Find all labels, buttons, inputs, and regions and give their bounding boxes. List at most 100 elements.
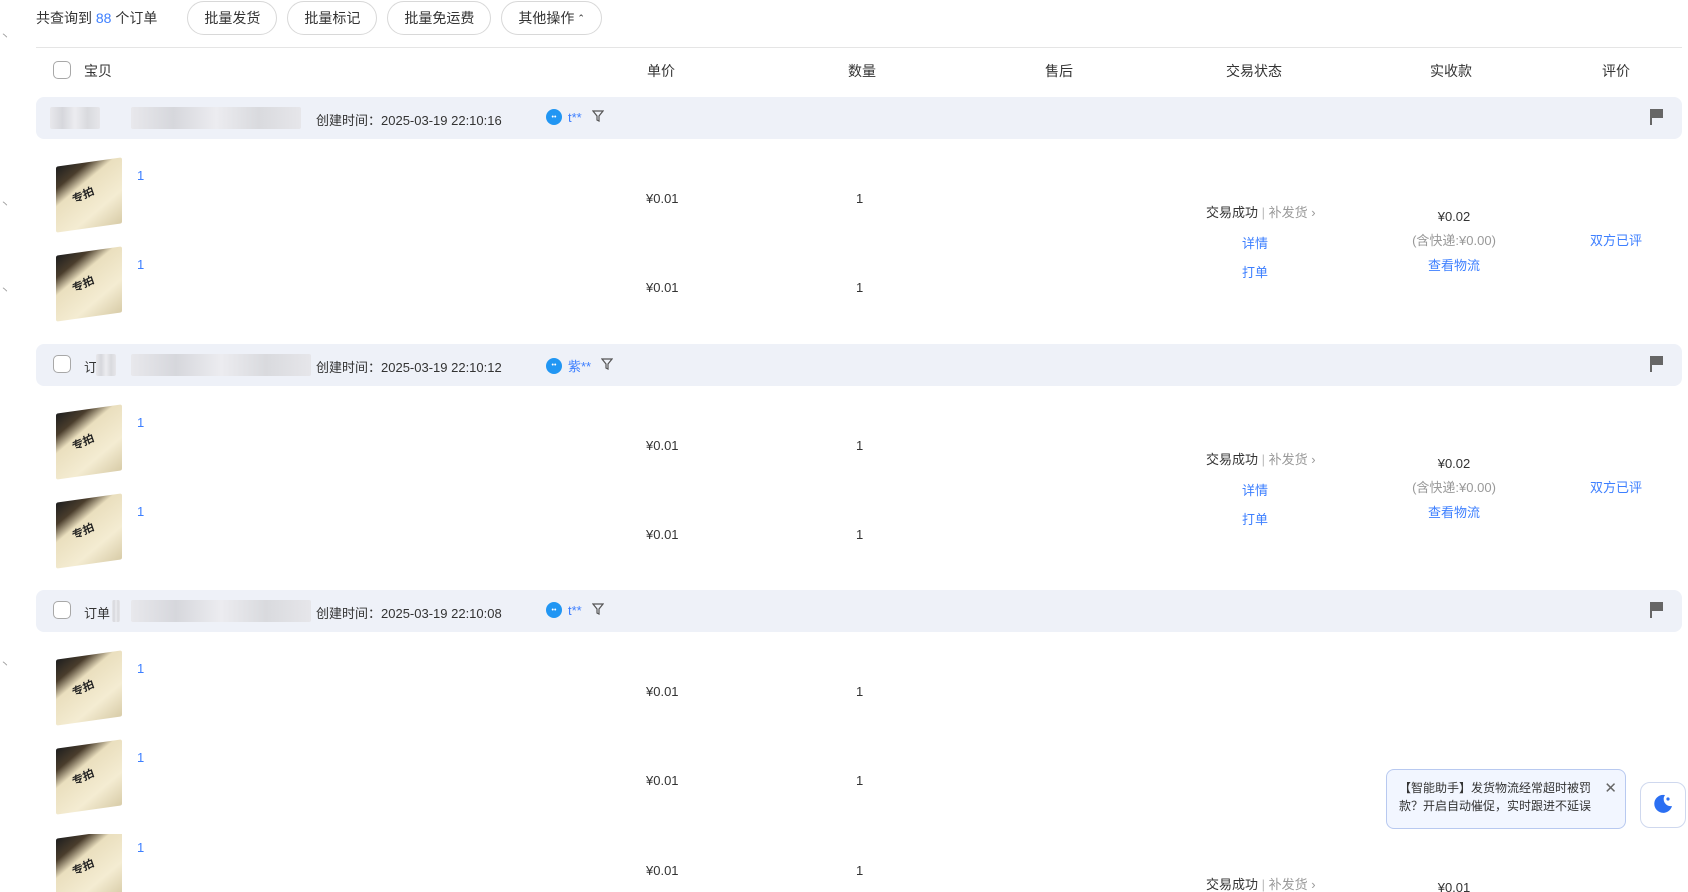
status-line: 交易成功 | 补发货 ›	[1206, 202, 1316, 221]
product-title-link[interactable]: 1	[137, 504, 144, 519]
status-line: 交易成功 | 补发货 ›	[1206, 449, 1316, 468]
thumbnail-text: 专拍	[70, 521, 96, 543]
quantity: 1	[856, 863, 864, 878]
toolbar: 共查询到 88 个订单 批量发货 批量标记 批量免运费 其他操作 ⌃	[36, 0, 1676, 36]
wangwang-icon[interactable]: ••	[546, 602, 562, 618]
wangwang-icon[interactable]: ••	[546, 357, 562, 374]
assistant-button[interactable]	[1640, 782, 1686, 828]
edge-mark: 丶	[0, 286, 10, 297]
paid-cell: ¥0.01	[1394, 880, 1514, 892]
trade-status-cell: 交易成功 | 补发货 › 详情 打单	[1206, 449, 1316, 528]
unit-price: ¥0.01	[646, 280, 679, 295]
bulk-ship-button[interactable]: 批量发货	[187, 1, 278, 35]
product-title-link[interactable]: 1	[137, 840, 144, 855]
status-separator: |	[1261, 452, 1266, 467]
resend-label: 补发货	[1268, 205, 1308, 220]
shipping-fee: (含快递:¥0.00)	[1412, 233, 1496, 248]
unit-price: ¥0.01	[646, 684, 679, 699]
redacted-order-number	[50, 107, 100, 129]
detail-link[interactable]: 详情	[1206, 233, 1306, 252]
table-header: 宝贝 单价 数量 售后 交易状态 实收款 评价	[36, 48, 1682, 92]
flag-icon[interactable]	[1650, 356, 1664, 372]
status-text: 交易成功	[1206, 452, 1259, 467]
order-number-label: 订单	[84, 606, 111, 621]
buyer-link[interactable]: •• 紫**	[546, 356, 614, 375]
shipping-fee: (含快递:¥0.00)	[1412, 480, 1496, 495]
product-thumbnail[interactable]: 专拍	[56, 834, 122, 892]
resend-link[interactable]: 补发货 ›	[1269, 452, 1316, 467]
product-thumbnail[interactable]: 专拍	[56, 404, 122, 480]
detail-link[interactable]: 详情	[1206, 480, 1306, 499]
unit-price: ¥0.01	[646, 863, 679, 878]
paid-amount: ¥0.01	[1437, 880, 1471, 892]
buyer-link[interactable]: •• t**	[546, 109, 604, 125]
flag-icon[interactable]	[1650, 602, 1664, 618]
flag-icon[interactable]	[1650, 109, 1664, 125]
close-icon[interactable]: ✕	[1604, 780, 1617, 798]
product-thumbnail[interactable]: 专拍	[56, 493, 122, 569]
resend-link[interactable]: 补发货 ›	[1269, 877, 1316, 892]
print-link[interactable]: 打单	[1206, 262, 1306, 281]
resend-label: 补发货	[1268, 877, 1308, 892]
other-ops-label: 其他操作	[518, 10, 575, 26]
product-title-link[interactable]: 1	[137, 168, 144, 183]
order-count: 共查询到 88 个订单	[36, 8, 157, 28]
paid-amount: ¥0.02	[1437, 456, 1471, 471]
redacted-order-number	[131, 354, 311, 376]
unit-price: ¥0.01	[646, 438, 679, 453]
review-status-link[interactable]: 双方已评	[1590, 230, 1642, 249]
product-title-link[interactable]: 1	[137, 415, 144, 430]
paid-amount: ¥0.02	[1437, 209, 1471, 224]
buyer-name: 紫**	[568, 359, 592, 374]
product-thumbnail[interactable]: 专拍	[56, 157, 122, 233]
filter-icon[interactable]	[591, 109, 604, 125]
view-logistics-link[interactable]: 查看物流	[1394, 255, 1514, 274]
status-separator: |	[1261, 205, 1266, 220]
filter-icon[interactable]	[591, 602, 604, 618]
resend-link[interactable]: 补发货 ›	[1269, 205, 1316, 220]
col-item: 宝贝	[84, 63, 112, 79]
assistant-text: 【智能助手】发货物流经常超时被罚款？开启自动催促，实时跟进不延误	[1399, 781, 1592, 813]
review-status-link[interactable]: 双方已评	[1590, 477, 1642, 496]
other-ops-button[interactable]: 其他操作 ⌃	[501, 1, 602, 35]
quantity: 1	[856, 527, 864, 542]
redacted-order-number	[96, 354, 116, 376]
view-logistics-link[interactable]: 查看物流	[1394, 502, 1514, 521]
order-checkbox[interactable]	[53, 601, 71, 619]
order-header: 创建时间：2025-03-19 22:10:16 •• t**	[36, 97, 1682, 139]
print-link[interactable]: 打单	[1206, 509, 1306, 528]
buyer-link[interactable]: •• t**	[546, 602, 604, 618]
wangwang-icon[interactable]: ••	[546, 109, 562, 125]
product-title-link[interactable]: 1	[137, 257, 144, 272]
chevron-right-icon: ›	[1311, 877, 1316, 892]
redacted-order-number	[112, 600, 120, 622]
redacted-order-number	[131, 107, 301, 129]
thumbnail-text: 专拍	[70, 432, 96, 454]
list-item: 专拍 1 ¥0.01 1	[36, 650, 1682, 735]
status-text: 交易成功	[1206, 877, 1259, 892]
product-title-link[interactable]: 1	[137, 750, 144, 765]
left-edge: 丶 丶 丶 丶	[0, 0, 10, 892]
product-title-link[interactable]: 1	[137, 661, 144, 676]
col-review: 评价	[1602, 63, 1630, 79]
moon-icon	[1651, 792, 1675, 819]
filter-icon[interactable]	[600, 358, 614, 373]
product-thumbnail[interactable]: 专拍	[56, 739, 122, 815]
col-trade-status: 交易状态	[1226, 63, 1282, 79]
chevron-right-icon: ›	[1311, 205, 1316, 220]
trade-status-cell: 交易成功 | 补发货 › 详情 打单	[1206, 202, 1316, 281]
bulk-free-shipping-button[interactable]: 批量免运费	[387, 1, 492, 35]
edge-mark: 丶	[0, 32, 10, 43]
edge-mark: 丶	[0, 200, 10, 211]
thumbnail-text: 专拍	[70, 767, 96, 789]
bulk-mark-button[interactable]: 批量标记	[287, 1, 378, 35]
order-checkbox[interactable]	[53, 355, 71, 373]
unit-price: ¥0.01	[646, 527, 679, 542]
product-thumbnail[interactable]: 专拍	[56, 650, 122, 726]
col-paid: 实收款	[1430, 63, 1472, 79]
product-thumbnail[interactable]: 专拍	[56, 246, 122, 322]
select-all-checkbox[interactable]	[53, 61, 71, 79]
quantity: 1	[856, 438, 864, 453]
col-after-sale: 售后	[1045, 63, 1073, 79]
smart-assistant-tip[interactable]: 【智能助手】发货物流经常超时被罚款？开启自动催促，实时跟进不延误 ✕	[1386, 769, 1626, 829]
